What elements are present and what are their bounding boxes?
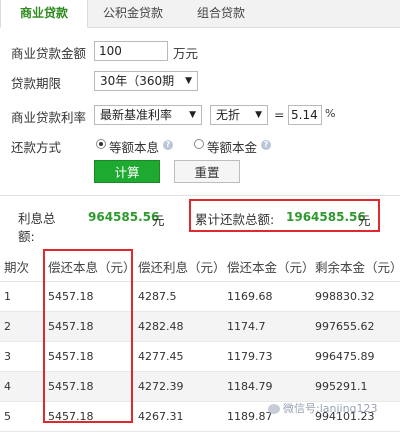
- term-select[interactable]: 30年（360期 ▼: [94, 71, 198, 91]
- cell-principal: 1184.79: [223, 371, 311, 402]
- tab-provident-fund-loan[interactable]: 公积金贷款: [88, 0, 178, 27]
- cell-remaining: 998830.32: [311, 281, 400, 312]
- cell-period: 3: [0, 341, 44, 372]
- header-principal: 偿还本金（元）: [223, 252, 315, 282]
- cell-remaining: 996475.89: [311, 341, 400, 372]
- loan-type-tabs: 商业贷款 公积金贷款 组合贷款: [0, 0, 400, 28]
- method-option-label[interactable]: 等额本息: [109, 137, 159, 156]
- discount-select[interactable]: 无折 ▼: [210, 105, 268, 125]
- equals-sign: =: [274, 107, 285, 122]
- rate-type-value: 最新基准利率: [100, 108, 173, 122]
- rate-label: 商业贷款利率: [11, 110, 87, 125]
- reset-button[interactable]: 重置: [174, 160, 240, 183]
- cell-principal: 1169.68: [223, 281, 311, 312]
- help-icon[interactable]: ?: [261, 140, 271, 150]
- discount-value: 无折: [216, 108, 241, 122]
- tab-combined-loan[interactable]: 组合贷款: [180, 0, 262, 27]
- term-label: 贷款期限: [11, 76, 62, 91]
- cell-remaining: 997655.62: [311, 311, 400, 342]
- interest-total-unit: 元: [152, 213, 165, 228]
- cell-remaining: 995291.1: [311, 371, 400, 402]
- method-label: 还款方式: [11, 140, 62, 155]
- amount-input[interactable]: [94, 41, 168, 61]
- watermark-text: 微信号:lanjing123: [283, 402, 378, 415]
- amount-label: 商业贷款金额: [11, 46, 87, 61]
- cell-interest: 4277.45: [134, 341, 223, 372]
- total-repayment-value: 1964585.56: [286, 210, 366, 224]
- calculate-button[interactable]: 计算: [94, 160, 160, 183]
- total-repayment-label: 累计还款总额:: [195, 212, 275, 227]
- radio-equal-installment[interactable]: [96, 139, 106, 149]
- rate-input[interactable]: [288, 105, 322, 125]
- radio-equal-principal[interactable]: [194, 139, 204, 149]
- header-remaining: 剩余本金（元）: [311, 252, 400, 282]
- cell-period: 5: [0, 401, 44, 432]
- chevron-down-icon: ▼: [255, 110, 262, 120]
- cell-principal: 1179.73: [223, 341, 311, 372]
- payment-column-highlight: [43, 249, 133, 423]
- cell-period: 1: [0, 281, 44, 312]
- cell-interest: 4272.39: [134, 371, 223, 402]
- help-icon[interactable]: ?: [163, 140, 173, 150]
- cell-period: 2: [0, 311, 44, 342]
- rate-type-select[interactable]: 最新基准利率 ▼: [94, 105, 202, 125]
- header-period: 期次: [0, 252, 44, 282]
- term-select-value: 30年（360期: [100, 74, 175, 88]
- amount-unit: 万元: [173, 46, 199, 61]
- cell-principal: 1174.7: [223, 311, 311, 342]
- chevron-down-icon: ▼: [189, 110, 196, 120]
- rate-unit: %: [325, 107, 336, 120]
- method-option-label[interactable]: 等额本金: [207, 137, 257, 156]
- cell-interest: 4287.5: [134, 281, 223, 312]
- cell-interest: 4267.31: [134, 401, 223, 432]
- cell-interest: 4282.48: [134, 311, 223, 342]
- interest-total-label: 利息总: [18, 211, 56, 226]
- cell-period: 4: [0, 371, 44, 402]
- watermark: 微信号:lanjing123: [268, 400, 378, 416]
- chevron-down-icon: ▼: [185, 76, 192, 86]
- header-interest: 偿还利息（元）: [134, 252, 226, 282]
- interest-total-label-cont: 额:: [18, 229, 35, 244]
- total-repayment-unit: 元: [358, 213, 371, 228]
- interest-total-value: 964585.56: [88, 210, 160, 224]
- divider: [0, 195, 400, 196]
- wechat-icon: [268, 404, 280, 414]
- tab-commercial-loan[interactable]: 商业贷款: [0, 0, 88, 28]
